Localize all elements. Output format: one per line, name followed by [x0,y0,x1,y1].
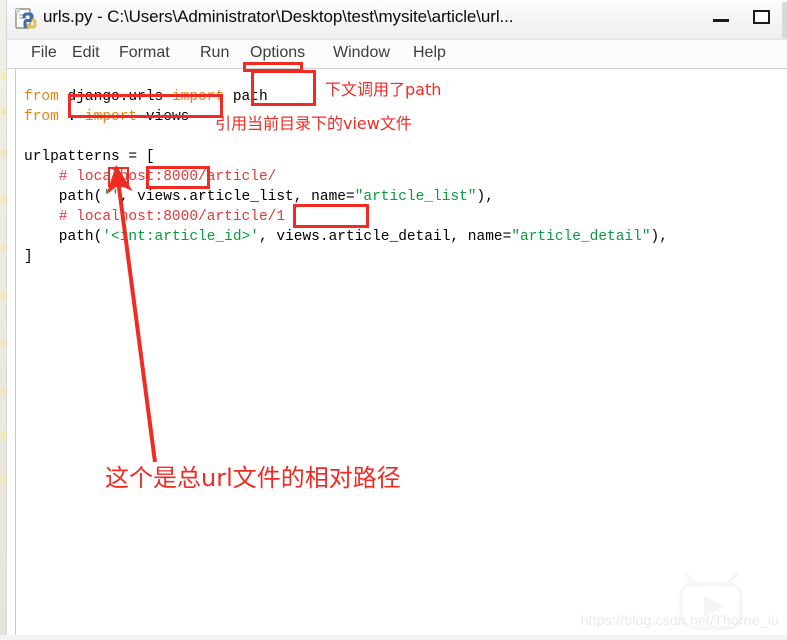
code-editor-area[interactable]: from django.urls import path from . impo… [15,69,787,640]
code-token: django.urls [67,88,172,105]
menu-item-window[interactable]: Window [331,44,392,62]
code-token: urlpatterns = [ [24,148,155,165]
menu-item-format[interactable]: Format [117,44,172,62]
annotation-relative-path: 这个是总url文件的相对路径 [105,464,401,492]
code-token: . [67,108,85,125]
code-token: '<int:article_id>' [102,228,259,245]
python-idle-icon [15,8,37,30]
code-token: import [84,108,146,125]
code-token: # localhost:8000/article/ [24,168,277,185]
screenshot-root: urls.py - C:\Users\Administrator\Desktop… [0,0,787,640]
code-token: from [24,108,68,125]
annotation-views-import: 引用当前目录下的view文件 [215,114,412,133]
code-token: ), [650,228,668,245]
code-token: # localhost:8000/article/1 [24,208,286,225]
code-token: ] [24,248,33,265]
menu-item-run[interactable]: Run [198,44,231,62]
menu-item-file[interactable]: File [29,44,59,62]
watermark-text: https://blog.csdn.net/Thorne_lu [580,612,779,628]
code-token: path( [24,188,103,205]
menubar: File Edit Format Run Options Window Help [7,40,787,69]
code-token: '' [102,188,120,205]
minimize-icon [713,19,729,22]
code-token: , views.article_list, name= [119,188,355,205]
code-token: , views.article_detail, name= [258,228,512,245]
menu-item-help[interactable]: Help [411,44,448,62]
maximize-icon [753,10,770,24]
menu-item-options[interactable]: Options [248,44,307,62]
menu-item-edit[interactable]: Edit [70,44,102,62]
code-token: "article_detail" [511,228,651,245]
code-token: path( [24,228,103,245]
code-token: import [171,88,233,105]
window-title: urls.py - C:\Users\Administrator\Desktop… [43,7,514,26]
maximize-button[interactable] [742,0,782,34]
annotation-path-usage: 下文调用了path [325,80,442,99]
window-titlebar[interactable]: urls.py - C:\Users\Administrator\Desktop… [7,0,787,40]
window-bottom-edge [0,635,787,640]
code-token: from [24,88,68,105]
code-token: views [145,108,190,125]
code-token: ), [476,188,494,205]
code-token: path [232,88,268,105]
window-edge-grip [782,2,787,38]
minimize-button[interactable] [702,0,742,34]
code-token: "article_list" [354,188,477,205]
